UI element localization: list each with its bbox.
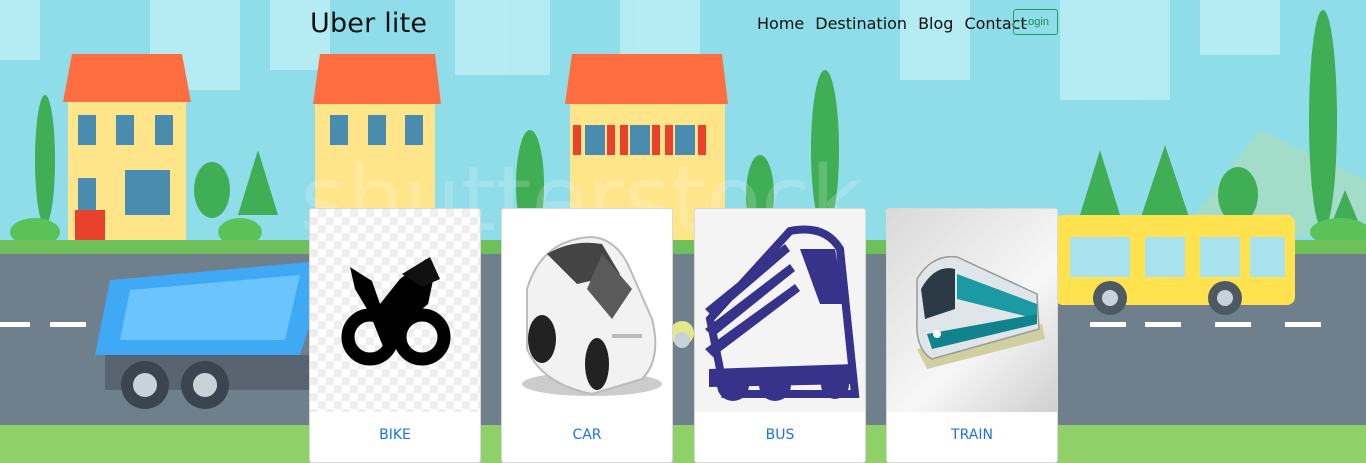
card-label-car[interactable]: CAR: [502, 427, 672, 443]
nav-link-home[interactable]: Home: [757, 14, 804, 33]
bike-image: [310, 209, 480, 412]
card-label-bus[interactable]: BUS: [695, 427, 865, 443]
card-label-train[interactable]: TRAIN: [887, 427, 1057, 443]
main-nav: Home Destination Blog Contact: [757, 14, 1038, 33]
login-button[interactable]: Login: [1013, 9, 1058, 35]
car-icon: [522, 235, 662, 396]
car-image: [502, 209, 672, 412]
city-background: shutterstock: [0, 0, 1366, 463]
train-image: [887, 209, 1057, 412]
nav-link-blog[interactable]: Blog: [918, 14, 953, 33]
bus-icon: [705, 225, 860, 401]
bus-image: [695, 209, 865, 412]
card-label-bike[interactable]: BIKE: [310, 427, 480, 443]
vehicle-card-bus[interactable]: BUS: [694, 208, 866, 463]
vehicle-card-bike[interactable]: BIKE: [309, 208, 481, 463]
vehicle-card-train[interactable]: TRAIN: [886, 208, 1058, 463]
brand-title[interactable]: Uber lite: [310, 8, 427, 39]
motorcycle-icon: [341, 257, 451, 366]
nav-link-destination[interactable]: Destination: [815, 14, 907, 33]
train-icon: [916, 255, 1045, 369]
vehicle-card-car[interactable]: CAR: [501, 208, 673, 463]
